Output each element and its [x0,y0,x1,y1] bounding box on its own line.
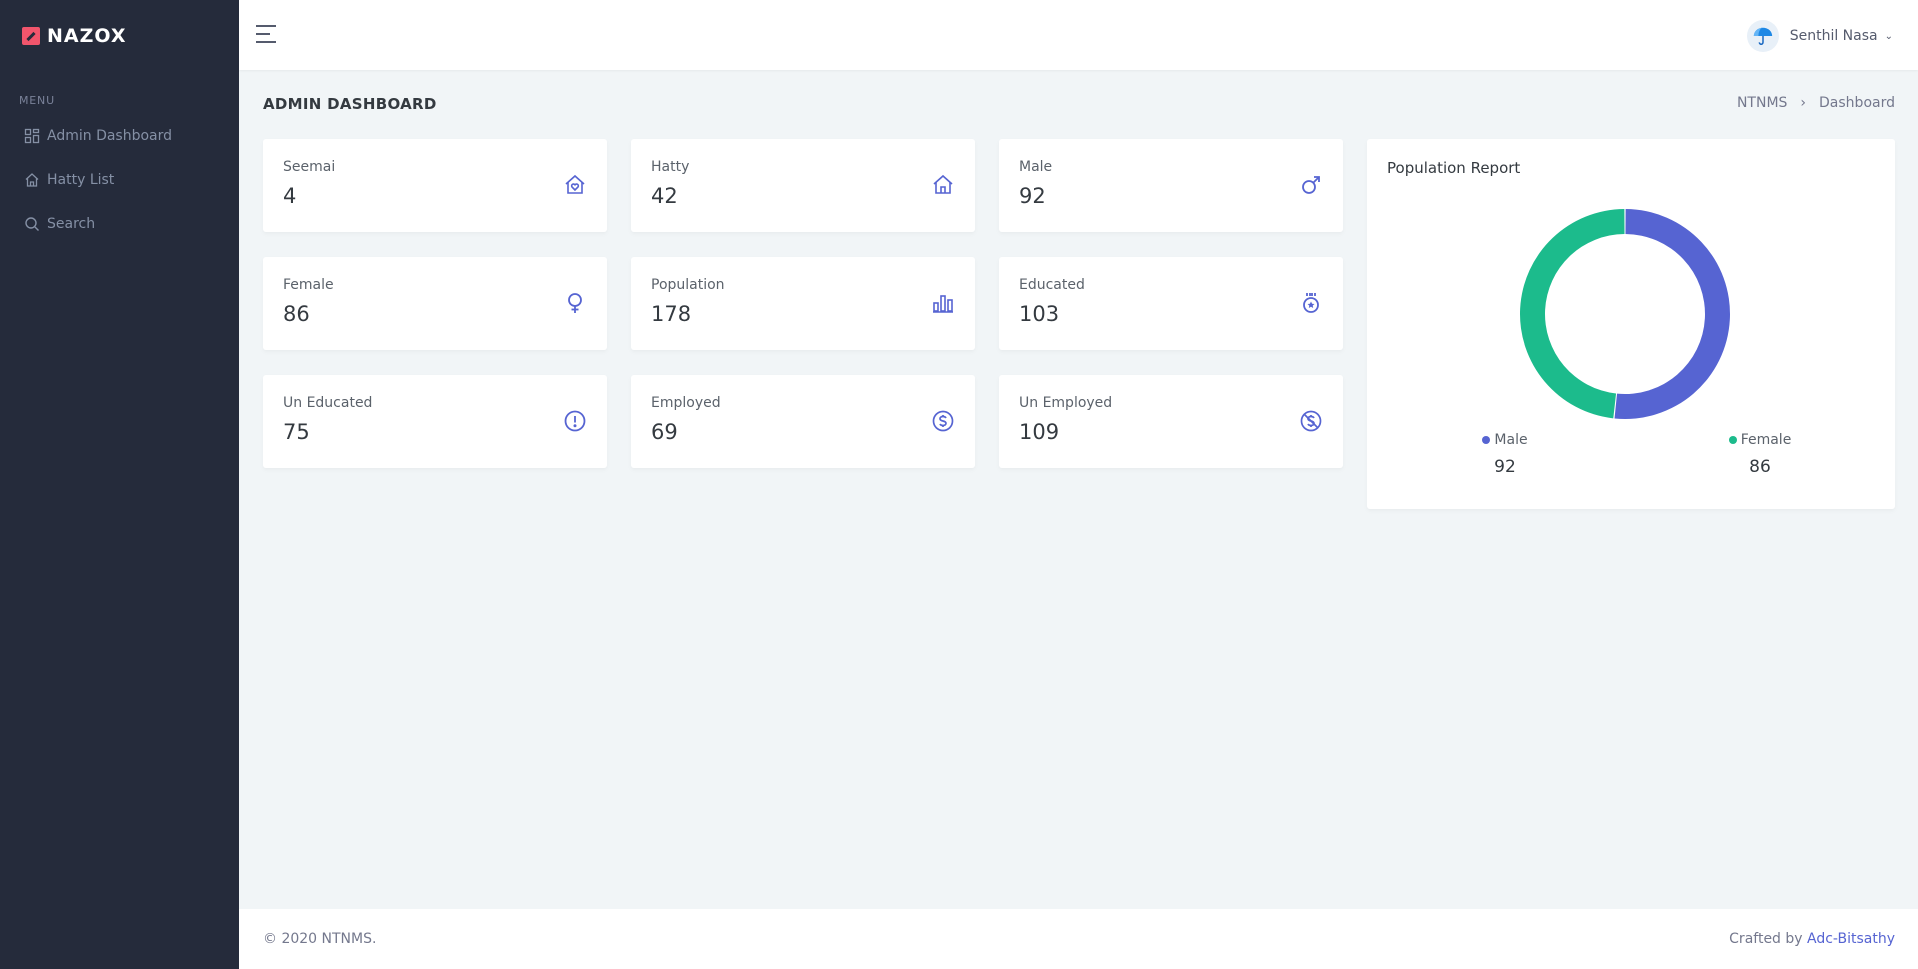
menu-toggle-icon[interactable] [256,25,278,45]
breadcrumb-item-current: Dashboard [1819,95,1895,111]
footer: © 2020 NTNMS. Crafted by Adc-Bitsathy [239,909,1918,969]
stat-label: Male [1019,159,1053,175]
stat-label: Female [283,277,334,293]
menu-title: MENU [19,94,55,107]
stat-value: 92 [1019,184,1046,208]
stat-value: 42 [651,184,678,208]
population-report-card: Population Report Male 92 Female 86 [1367,139,1895,509]
stat-card-un-employed: Un Employed 109 [999,375,1343,468]
donut-slice-male[interactable] [1614,209,1730,419]
stat-value: 86 [283,302,310,326]
stat-value: 178 [651,302,692,326]
stat-label: Employed [651,395,721,411]
umbrella-icon [1753,27,1772,45]
sidebar-item-label: Hatty List [47,172,115,188]
brand-logo-icon [22,27,40,45]
brand-name: NAZOX [47,25,127,47]
sidebar: NAZOX MENU Admin Dashboard Hatty List Se… [0,0,239,969]
stat-card-male: Male 92 [999,139,1343,232]
legend-item-female[interactable]: Female 86 [1725,432,1795,477]
brand-logo[interactable]: NAZOX [0,0,239,72]
footer-copyright: © 2020 NTNMS. [263,931,377,947]
stat-value: 75 [283,420,310,444]
stat-card-employed: Employed 69 [631,375,975,468]
medal-icon [1299,291,1323,315]
stat-label: Hatty [651,159,690,175]
stat-value: 69 [651,420,678,444]
footer-credit-prefix: Crafted by [1729,931,1803,947]
home-heart-icon [563,173,587,197]
legend-dot-female [1728,436,1737,444]
breadcrumb: NTNMS › Dashboard [1737,95,1895,111]
home-icon [24,172,40,188]
stat-value: 4 [283,184,297,208]
bar-chart-icon [931,291,955,315]
donut-slice-female[interactable] [1520,209,1625,419]
money-off-circle-icon [1299,409,1323,433]
chevron-down-icon: ⌄ [1884,30,1893,42]
user-name: Senthil Nasa [1789,28,1878,44]
legend-item-male[interactable]: Male 92 [1475,432,1535,477]
stat-label: Seemai [283,159,336,175]
search-icon [24,216,40,232]
page-title: ADMIN DASHBOARD [263,95,437,113]
footer-credit-link[interactable]: Adc-Bitsathy [1807,931,1895,947]
stat-card-un-educated: Un Educated 75 [263,375,607,468]
sidebar-item-search[interactable]: Search [0,202,239,246]
user-dropdown[interactable]: Senthil Nasa ⌄ [1746,20,1893,52]
female-icon [563,291,587,315]
stat-label: Un Educated [283,395,373,411]
sidebar-item-label: Search [47,216,96,232]
male-icon [1299,173,1323,197]
legend-value-male: 92 [1494,457,1516,477]
stat-card-female: Female 86 [263,257,607,350]
stat-card-hatty: Hatty 42 [631,139,975,232]
breadcrumb-separator-icon: › [1800,95,1807,111]
stat-card-population: Population 178 [631,257,975,350]
sidebar-item-hatty-list[interactable]: Hatty List [0,158,239,202]
dashboard-icon [24,128,40,144]
stat-label: Un Employed [1019,395,1113,411]
chart-title: Population Report [1387,159,1521,177]
legend-dot-male [1482,436,1491,444]
stat-label: Educated [1019,277,1085,293]
avatar [1746,20,1779,52]
sidebar-item-label: Admin Dashboard [47,128,173,144]
sidebar-item-admin-dashboard[interactable]: Admin Dashboard [0,114,239,158]
footer-credit: Crafted by Adc-Bitsathy [1729,931,1895,947]
topbar: Senthil Nasa ⌄ [239,0,1918,70]
stat-value: 103 [1019,302,1060,326]
stat-label: Population [651,277,725,293]
money-circle-icon [931,409,955,433]
legend-label-female: Female [1740,432,1792,448]
breadcrumb-item-root[interactable]: NTNMS [1737,95,1787,111]
stat-card-seemai: Seemai 4 [263,139,607,232]
legend-label-male: Male [1494,432,1528,448]
stat-value: 109 [1019,420,1060,444]
home-icon [931,173,955,197]
legend-value-female: 86 [1749,457,1771,477]
stat-card-educated: Educated 103 [999,257,1343,350]
population-donut-chart [1520,209,1730,419]
alert-circle-icon [563,409,587,433]
